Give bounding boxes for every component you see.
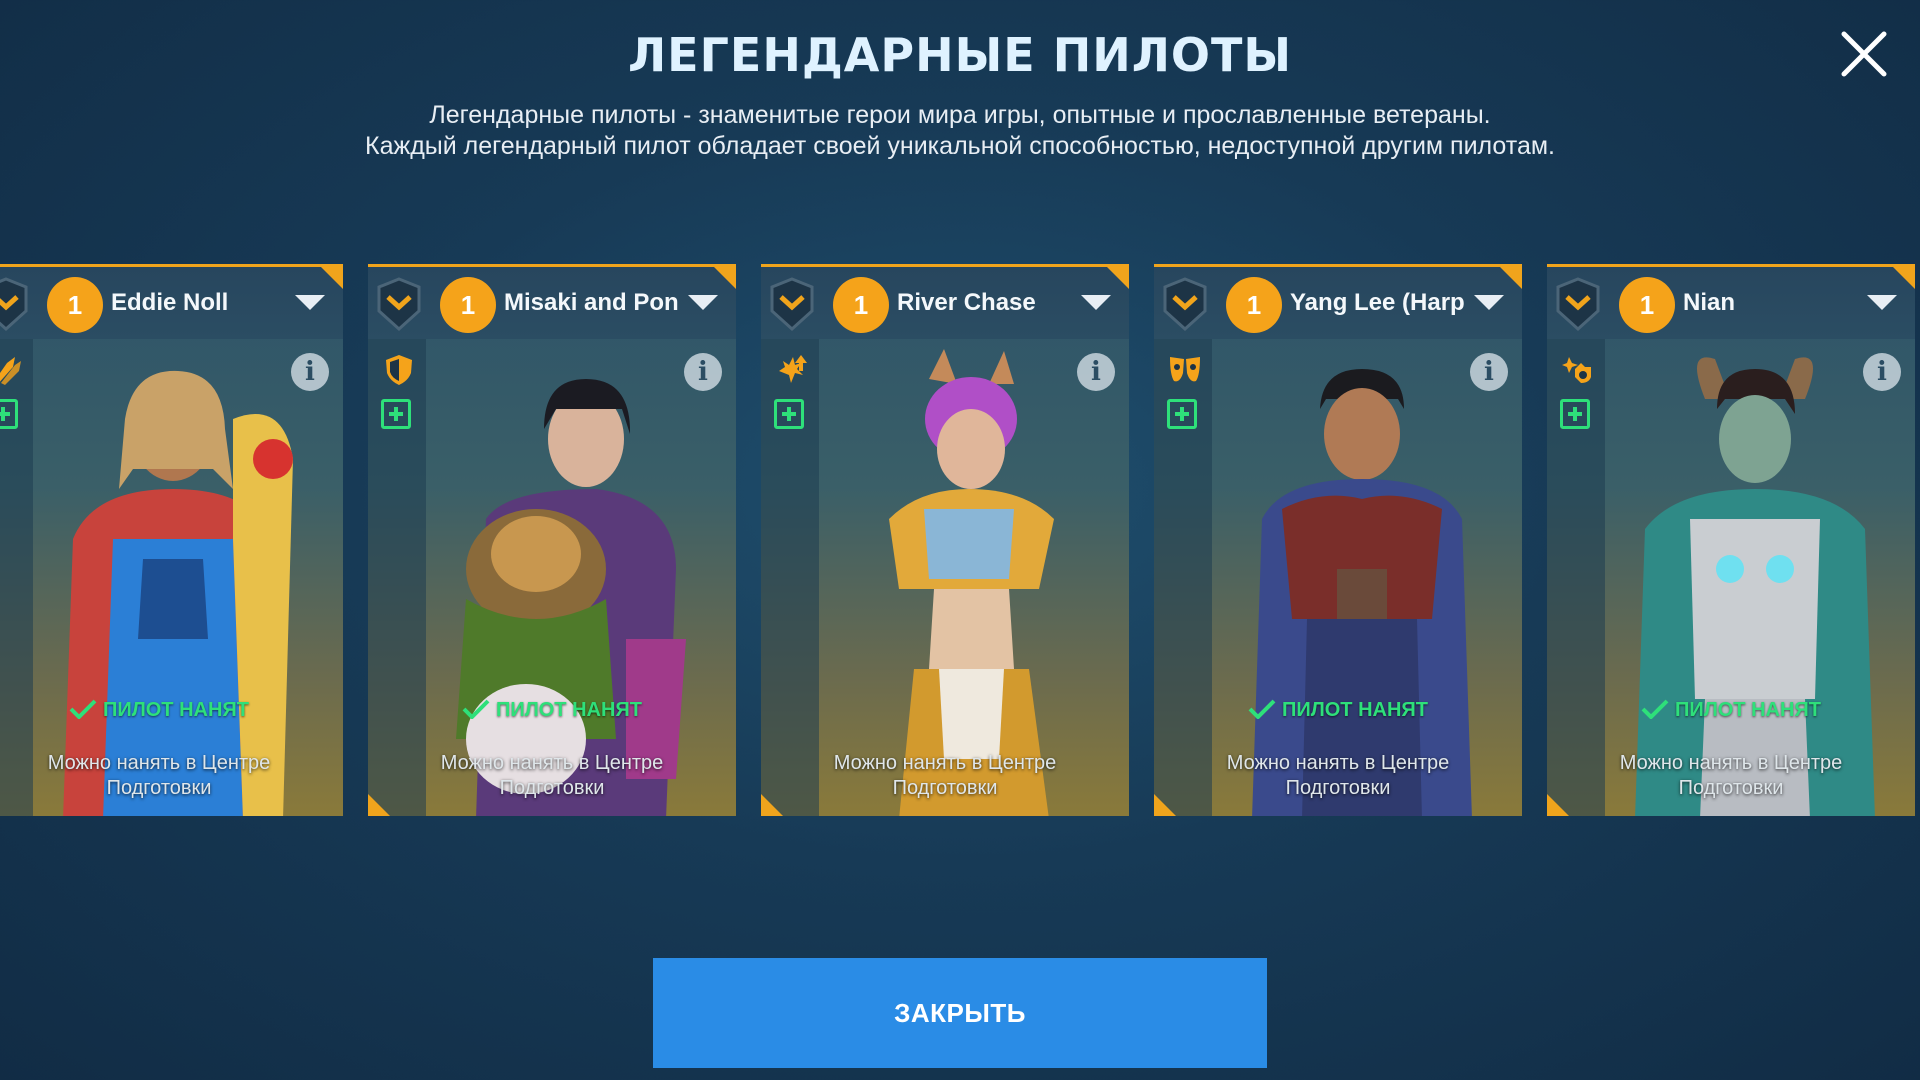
rank-chevron-icon [770,277,814,331]
pilot-portrait [63,370,293,816]
pilot-name: Nian [1683,289,1736,316]
close-button[interactable]: ЗАКРЫТЬ [653,958,1267,1068]
corner-accent [1893,267,1915,289]
pilot-name: Eddie Noll [111,289,229,316]
page-description: Легендарные пилоты - знаменитые герои ми… [0,100,1920,162]
description-line-2: Каждый легендарный пилот обладает своей … [365,132,1555,160]
hire-note: Можно нанять в Центре Подготовки [440,752,664,799]
hired-status: ПИЛОТ НАНЯТ [1154,699,1522,722]
pilot-portrait [889,349,1054,816]
description-line-1: Легендарные пилоты - знаменитые герои ми… [429,101,1491,129]
pilot-card[interactable]: 1 River Chase i Можно нанять в Центре По… [761,264,1129,816]
hire-note: Можно нанять в Центре Подготовки [833,752,1057,799]
shield-icon [386,355,412,385]
hired-label: ПИЛОТ НАНЯТ [1674,699,1822,721]
page-title: ЛЕГЕНДАРНЫЕ ПИЛОТЫ [627,28,1293,82]
missile-icon [0,357,21,385]
corner-accent [321,267,343,289]
pilot-cards: 1 Eddie Noll i ПИЛОТ НАНЯТ Можно нанять … [0,264,1920,816]
level-badge: 1 [440,277,496,333]
chevron-down-icon[interactable] [1867,295,1897,310]
hire-note: Можно нанять в Центре Подготовки [47,752,271,799]
pilot-card[interactable]: 1 Nian i ПИЛОТ НАНЯТ Можно нанять в Цент… [1547,264,1915,816]
add-skill-icon[interactable] [774,399,804,429]
mask-icon [1170,357,1200,382]
chevron-down-icon[interactable] [1474,295,1504,310]
add-skill-icon[interactable] [0,399,18,429]
rank-chevron-icon [0,277,28,331]
chevron-down-icon[interactable] [295,295,325,310]
check-icon [1641,699,1669,719]
pilot-name: River Chase [897,289,1036,316]
level-badge: 1 [1619,277,1675,333]
corner-accent [1154,794,1176,816]
sparkle-hand-icon [1562,357,1591,383]
pilot-card[interactable]: 1 Eddie Noll i ПИЛОТ НАНЯТ Можно нанять … [0,264,343,816]
hired-status: ПИЛОТ НАНЯТ [368,699,736,722]
chevron-down-icon[interactable] [688,295,718,310]
hired-status: ПИЛОТ НАНЯТ [1547,699,1915,722]
check-icon [462,699,490,719]
rank-chevron-icon [1163,277,1207,331]
add-skill-icon[interactable] [381,399,411,429]
pilot-card[interactable]: 1 Yang Lee (Harp i ПИЛОТ НАНЯТ Можно нан… [1154,264,1522,816]
rank-chevron-icon [377,277,421,331]
corner-accent [1547,794,1569,816]
pilot-name: Misaki and Pon [504,289,679,316]
hired-label: ПИЛОТ НАНЯТ [495,699,643,721]
pilot-portrait [456,379,686,816]
hire-note: Можно нанять в Центре Подготовки [1619,752,1843,799]
hire-note: Можно нанять в Центре Подготовки [1226,752,1450,799]
corner-accent [1500,267,1522,289]
pilot-card[interactable]: 1 Misaki and Pon i ПИЛОТ НАНЯТ Можно нан… [368,264,736,816]
hired-label: ПИЛОТ НАНЯТ [102,699,250,721]
hired-status: ПИЛОТ НАНЯТ [0,699,343,722]
corner-accent [368,794,390,816]
hired-label: ПИЛОТ НАНЯТ [1281,699,1429,721]
rank-chevron-icon [1556,277,1600,331]
add-skill-icon[interactable] [1560,399,1590,429]
level-badge: 1 [47,277,103,333]
level-badge: 1 [833,277,889,333]
add-skill-icon[interactable] [1167,399,1197,429]
check-icon [69,699,97,719]
pilot-portrait [1635,357,1875,816]
close-icon[interactable] [1840,30,1888,78]
corner-accent [714,267,736,289]
pilot-name: Yang Lee (Harp [1290,289,1465,316]
pilot-portrait [1252,369,1472,816]
corner-accent [761,794,783,816]
check-icon [1248,699,1276,719]
burst-arrow-icon [779,355,807,383]
chevron-down-icon[interactable] [1081,295,1111,310]
corner-accent [1107,267,1129,289]
level-badge: 1 [1226,277,1282,333]
